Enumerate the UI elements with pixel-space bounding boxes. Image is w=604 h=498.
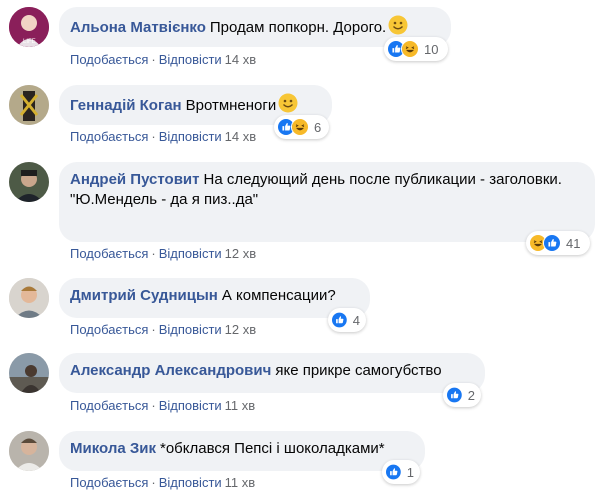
reaction-count: 41: [566, 235, 581, 251]
reaction-summary[interactable]: 4: [328, 308, 366, 332]
comment-bubble: Микола Зик *обклався Пепсі і шоколадками*: [59, 431, 425, 471]
comment-actions: Подобається · Відповісти 12 хв: [70, 322, 256, 338]
reaction-summary[interactable]: 6: [274, 115, 329, 139]
comment-author-link[interactable]: Александр Александрович: [70, 362, 271, 379]
svg-text:LIFE: LIFE: [23, 39, 36, 45]
like-link[interactable]: Подобається: [70, 475, 148, 490]
reaction-summary[interactable]: 10: [384, 37, 448, 61]
like-reaction-icon: [331, 311, 348, 329]
comment-timestamp[interactable]: 11 хв: [225, 398, 256, 413]
smile-emoji-icon: [278, 93, 298, 113]
reaction-summary[interactable]: 2: [443, 383, 481, 407]
like-link[interactable]: Подобається: [70, 129, 148, 144]
avatar[interactable]: LIFE: [9, 7, 49, 47]
like-reaction-icon: [446, 386, 463, 404]
reaction-count: 4: [352, 312, 360, 328]
avatar[interactable]: [9, 431, 49, 471]
comment-timestamp[interactable]: 14 хв: [225, 52, 256, 67]
like-reaction-icon: [385, 463, 402, 481]
comment-text: А компенсации?: [221, 287, 336, 304]
comment-timestamp[interactable]: 11 хв: [225, 475, 256, 490]
comment-bubble: Александр Александрович яке прикре самогу…: [59, 353, 485, 393]
reaction-count: 10: [424, 41, 439, 57]
comment-text: Вротмненоги: [185, 97, 277, 114]
avatar[interactable]: [9, 278, 49, 318]
like-link[interactable]: Подобається: [70, 52, 148, 67]
comment-timestamp[interactable]: 14 хв: [225, 129, 256, 144]
comment-text: Продам попкорн. Дорого.: [209, 19, 387, 36]
separator-dot: ·: [151, 475, 156, 490]
reply-link[interactable]: Відповісти: [159, 475, 222, 490]
comment-author-link[interactable]: Альона Матвієнко: [70, 19, 206, 36]
reply-link[interactable]: Відповісти: [159, 322, 222, 337]
reaction-summary[interactable]: 1: [382, 460, 420, 484]
comment-actions: Подобається · Відповісти 14 хв: [70, 129, 256, 145]
comment-timestamp[interactable]: 12 хв: [225, 246, 256, 261]
reaction-count: 2: [467, 387, 475, 403]
reply-link[interactable]: Відповісти: [159, 129, 222, 144]
separator-dot: ·: [151, 398, 156, 413]
like-reaction-icon: [543, 234, 561, 252]
reply-link[interactable]: Відповісти: [159, 398, 222, 413]
avatar[interactable]: [9, 85, 49, 125]
smile-emoji-icon: [388, 15, 408, 35]
reply-link[interactable]: Відповісти: [159, 246, 222, 261]
comment-text: яке прикре самогубство: [275, 362, 442, 379]
separator-dot: ·: [151, 52, 156, 67]
comment-actions: Подобається · Відповісти 12 хв: [70, 246, 256, 262]
comment-text: *обклався Пепсі і шоколадками*: [159, 440, 385, 457]
comment-author-link[interactable]: Геннадій Коган: [70, 97, 182, 114]
comment-actions: Подобається · Відповісти 11 хв: [70, 475, 255, 491]
separator-dot: ·: [151, 246, 156, 261]
comment-actions: Подобається · Відповісти 14 хв: [70, 52, 256, 68]
comment-author-link[interactable]: Дмитрий Судницын: [70, 287, 218, 304]
comment-bubble: Дмитрий Судницын А компенсации?: [59, 278, 370, 318]
separator-dot: ·: [151, 322, 156, 337]
like-link[interactable]: Подобається: [70, 322, 148, 337]
reply-link[interactable]: Відповісти: [159, 52, 222, 67]
like-link[interactable]: Подобається: [70, 398, 148, 413]
reaction-count: 6: [314, 119, 322, 135]
comment-author-link[interactable]: Микола Зик: [70, 440, 156, 457]
avatar[interactable]: [9, 353, 49, 393]
haha-reaction-icon: [401, 40, 419, 58]
reaction-count: 1: [406, 464, 414, 480]
haha-reaction-icon: [291, 118, 309, 136]
comment-actions: Подобається · Відповісти 11 хв: [70, 398, 255, 414]
comment-bubble: Андрей Пустовит На следующий день после п…: [59, 162, 595, 242]
avatar[interactable]: [9, 162, 49, 202]
reaction-summary[interactable]: 41: [526, 231, 590, 255]
separator-dot: ·: [151, 129, 156, 144]
comment-timestamp[interactable]: 12 хв: [225, 322, 256, 337]
comment-author-link[interactable]: Андрей Пустовит: [70, 171, 200, 188]
like-link[interactable]: Подобається: [70, 246, 148, 261]
